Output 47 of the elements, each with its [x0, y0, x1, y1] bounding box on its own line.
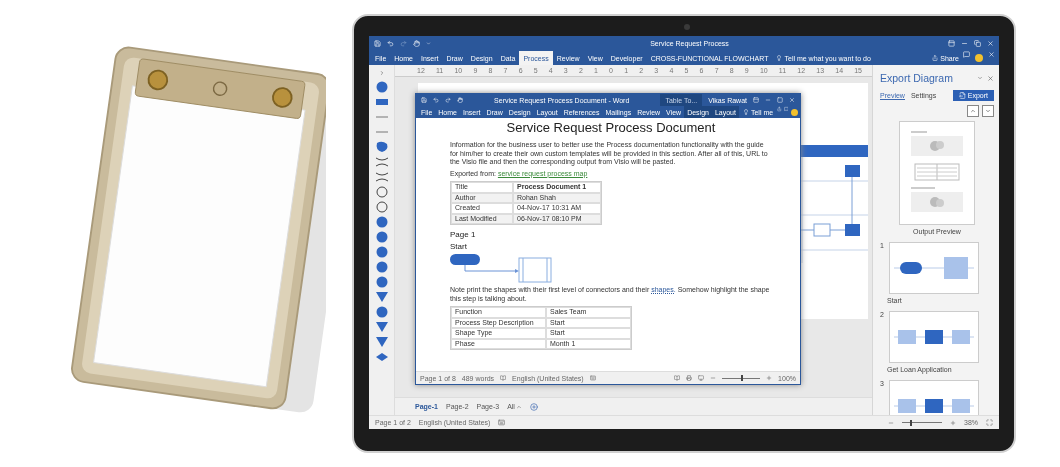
output-preview-card[interactable] — [899, 121, 975, 225]
caret-icon[interactable] — [977, 75, 983, 81]
expand-icon[interactable] — [378, 70, 385, 76]
touch-icon[interactable] — [457, 97, 463, 103]
close-icon[interactable] — [987, 74, 994, 82]
keyboard-icon[interactable] — [589, 375, 596, 381]
comment-icon[interactable] — [783, 106, 789, 112]
read-mode-icon[interactable] — [674, 375, 681, 381]
undo-icon[interactable] — [387, 40, 394, 47]
save-icon[interactable] — [374, 40, 381, 47]
zoom-in-icon[interactable] — [950, 419, 956, 426]
document-heading: Service Request Process Document — [505, 120, 717, 135]
redo-icon[interactable] — [445, 97, 451, 103]
share-icon[interactable] — [932, 55, 939, 61]
undo-icon[interactable] — [433, 97, 439, 103]
keyboard-icon[interactable] — [498, 419, 506, 426]
share-icon[interactable] — [777, 106, 782, 112]
minimize-icon[interactable] — [961, 40, 968, 47]
web-layout-icon[interactable] — [698, 375, 705, 381]
step-thumbnail[interactable] — [889, 242, 979, 294]
page-heading: Page 1 — [450, 230, 477, 239]
caret-icon[interactable] — [515, 403, 522, 410]
maximize-icon[interactable] — [777, 97, 783, 103]
fit-page-icon[interactable] — [986, 419, 993, 426]
lightbulb-icon[interactable] — [742, 109, 749, 115]
add-page-icon[interactable] — [529, 402, 538, 411]
lightbulb-icon[interactable] — [776, 55, 783, 61]
ribbon-display-icon[interactable] — [948, 40, 955, 47]
camera-icon — [684, 24, 690, 30]
smiley-icon[interactable] — [790, 108, 798, 116]
step-heading: Start — [450, 242, 468, 251]
zoom-in-icon[interactable] — [766, 375, 773, 381]
step-thumbnail[interactable] — [889, 311, 979, 363]
export-icon[interactable] — [958, 92, 966, 99]
ribbon-display-icon[interactable] — [753, 97, 759, 103]
save-icon[interactable] — [421, 97, 427, 103]
smiley-icon[interactable] — [975, 54, 983, 62]
proofing-icon[interactable] — [500, 375, 507, 381]
print-layout-icon[interactable] — [686, 375, 693, 381]
zoom-slider-thumb[interactable] — [741, 375, 744, 381]
comment-icon[interactable] — [963, 51, 970, 58]
touch-icon[interactable] — [413, 40, 420, 47]
minimize-icon[interactable] — [765, 97, 771, 103]
redo-icon[interactable] — [400, 40, 407, 47]
caret-icon[interactable] — [426, 41, 431, 46]
restore-icon[interactable] — [974, 40, 981, 47]
panel-title: Export Diagram — [880, 72, 954, 84]
